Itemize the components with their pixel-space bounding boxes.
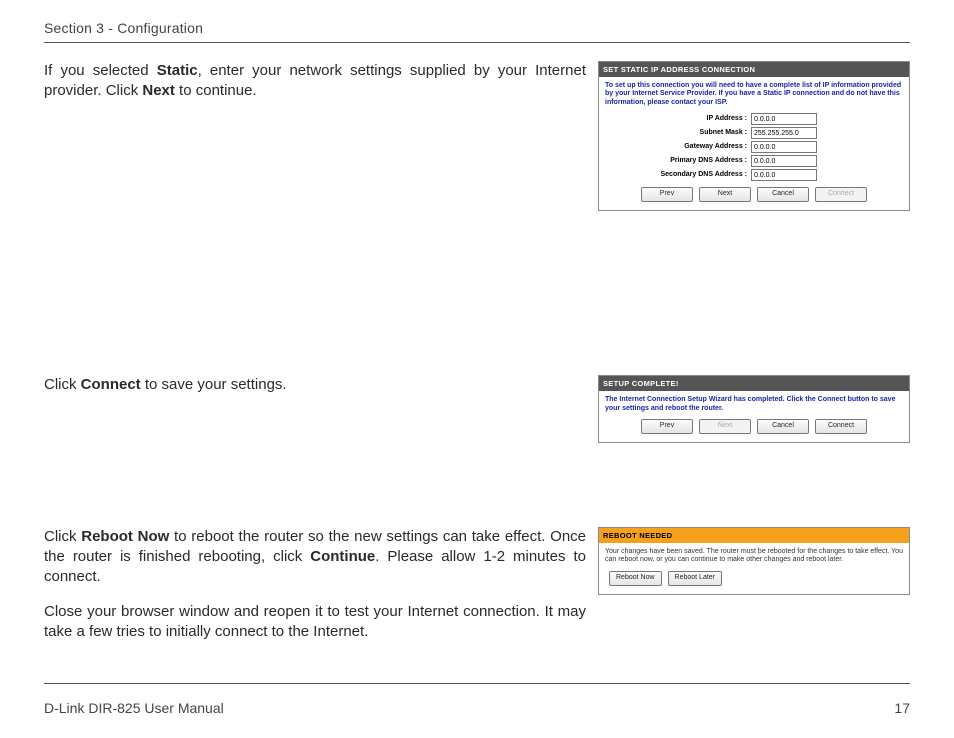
prev-button[interactable]: Prev (641, 187, 693, 202)
input-gw[interactable] (751, 141, 817, 153)
input-ip[interactable] (751, 113, 817, 125)
row-sdns: Secondary DNS Address : (605, 169, 903, 181)
t: Click (44, 376, 81, 393)
block-reboot: Click Reboot Now to reboot the router so… (44, 527, 910, 642)
row-gw: Gateway Address : (605, 141, 903, 153)
panel-title: REBOOT NEEDED (599, 528, 909, 543)
t: If you selected (44, 62, 157, 79)
t: to continue. (175, 82, 257, 99)
panel-desc: To set up this connection you will need … (605, 82, 903, 107)
copy-static-ip: If you selected Static, enter your netwo… (44, 61, 586, 217)
label-sdns: Secondary DNS Address : (605, 171, 751, 179)
prev-button[interactable]: Prev (641, 419, 693, 434)
input-pdns[interactable] (751, 155, 817, 167)
bold-reboot-now: Reboot Now (81, 528, 169, 545)
row-ip: IP Address : (605, 113, 903, 125)
bold-next: Next (142, 82, 175, 99)
panel-desc: The Internet Connection Setup Wizard has… (605, 396, 903, 413)
row-pdns: Primary DNS Address : (605, 155, 903, 167)
label-pdns: Primary DNS Address : (605, 157, 751, 165)
input-mask[interactable] (751, 127, 817, 139)
footer-right: 17 (894, 700, 910, 716)
panel-setup-complete: SETUP COMPLETE! The Internet Connection … (598, 375, 910, 443)
reboot-now-button[interactable]: Reboot Now (609, 571, 662, 586)
button-row: Prev Next Cancel Connect (605, 419, 903, 434)
connect-button[interactable]: Connect (815, 419, 867, 434)
copy-connect: Click Connect to save your settings. (44, 375, 586, 449)
copy-close-browser: Close your browser window and reopen it … (44, 602, 586, 643)
panel-static-ip: SET STATIC IP ADDRESS CONNECTION To set … (598, 61, 910, 211)
row-mask: Subnet Mask : (605, 127, 903, 139)
bold-continue: Continue (310, 548, 375, 565)
header-rule (44, 42, 910, 43)
footer-rule (44, 683, 910, 684)
bold-connect: Connect (81, 376, 141, 393)
panel-reboot-needed: REBOOT NEEDED Your changes have been sav… (598, 527, 910, 595)
section-header: Section 3 - Configuration (44, 20, 910, 36)
reboot-later-button[interactable]: Reboot Later (668, 571, 722, 586)
button-row: Prev Next Cancel Connect (605, 187, 903, 202)
panel-desc: Your changes have been saved. The router… (605, 548, 903, 565)
t: to save your settings. (141, 376, 287, 393)
footer-left: D-Link DIR-825 User Manual (44, 700, 224, 716)
cancel-button[interactable]: Cancel (757, 187, 809, 202)
label-mask: Subnet Mask : (605, 129, 751, 137)
block-connect: Click Connect to save your settings. SET… (44, 375, 910, 449)
bold-static: Static (157, 62, 198, 79)
block-static-ip: If you selected Static, enter your netwo… (44, 61, 910, 217)
panel-title: SETUP COMPLETE! (599, 376, 909, 391)
footer: D-Link DIR-825 User Manual 17 (44, 700, 910, 716)
panel-title: SET STATIC IP ADDRESS CONNECTION (599, 62, 909, 77)
connect-button: Connect (815, 187, 867, 202)
label-ip: IP Address : (605, 115, 751, 123)
cancel-button[interactable]: Cancel (757, 419, 809, 434)
copy-reboot: Click Reboot Now to reboot the router so… (44, 527, 586, 642)
button-row: Reboot Now Reboot Later (605, 571, 903, 586)
label-gw: Gateway Address : (605, 143, 751, 151)
t: Click (44, 528, 81, 545)
next-button: Next (699, 419, 751, 434)
next-button[interactable]: Next (699, 187, 751, 202)
input-sdns[interactable] (751, 169, 817, 181)
